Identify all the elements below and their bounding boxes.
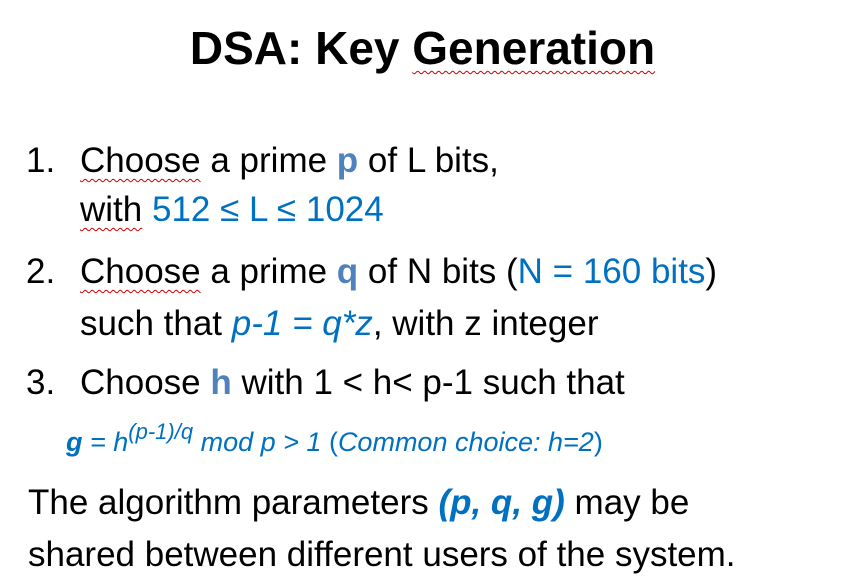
step1-range: 512 ≤ L ≤ 1024 — [142, 190, 384, 229]
step1-line1: Choose a prime p of L bits, — [80, 139, 499, 183]
step1-text2: of L bits, — [358, 141, 499, 180]
step2-choose: Choose — [80, 252, 201, 291]
title-prefix: DSA: Key — [189, 22, 413, 74]
step1-choose: Choose — [80, 141, 201, 180]
step2-text5: , with z integer — [372, 304, 599, 343]
formula-paren-open: ( — [321, 427, 338, 457]
step1-line2: with 512 ≤ L ≤ 1024 — [80, 188, 384, 232]
step1-with: with — [80, 190, 143, 229]
formula-eq: = h — [82, 427, 129, 457]
closing-text2: may be — [564, 483, 690, 522]
step2-text1: a prime — [200, 252, 337, 291]
closing-text1: The algorithm parameters — [28, 483, 439, 522]
formula-common-choice: Common choice: h=2 — [337, 427, 594, 457]
slide: DSA: Key Generation 1. Choose a prime p … — [0, 0, 845, 587]
step2-text3: ) — [705, 252, 718, 291]
step2-q: q — [336, 252, 359, 291]
step1-p: p — [336, 141, 359, 180]
step2-number: 2. — [26, 252, 56, 291]
closing-line1: The algorithm parameters (p, q, g) may b… — [28, 481, 689, 525]
step1-number: 1. — [26, 141, 56, 180]
step1-text1: a prime — [200, 141, 337, 180]
step2-line2: such that p-1 = q*z, with z integer — [80, 302, 598, 346]
formula-g: g — [66, 427, 83, 457]
step3-formula: g = h(p-1)/q mod p > 1 (Common choice: h… — [66, 420, 603, 464]
step3-h: h — [210, 363, 232, 402]
slide-title: DSA: Key Generation — [0, 18, 845, 78]
step3-line1: Choose h with 1 < h< p-1 such that — [80, 361, 625, 405]
step2-line1: Choose a prime q of N bits (N = 160 bits… — [80, 250, 717, 294]
step2-text2: of N bits ( — [358, 252, 518, 291]
step3-text2: with 1 < h< p-1 such that — [231, 363, 625, 402]
formula-paren-close: ) — [593, 427, 603, 457]
title-underlined-word: Generation — [412, 22, 656, 74]
formula-mod: mod p > 1 — [193, 427, 322, 457]
formula-exponent: (p-1)/q — [128, 419, 194, 444]
step2-text4: such that — [80, 304, 232, 343]
closing-params: (p, q, g) — [438, 483, 565, 522]
closing-line2: shared between different users of the sy… — [28, 535, 736, 574]
step3-text1: Choose — [80, 363, 211, 402]
step2-relation: p-1 = q*z — [231, 304, 373, 343]
step3-number: 3. — [26, 363, 56, 402]
step2-nbits: N = 160 bits — [517, 252, 706, 291]
